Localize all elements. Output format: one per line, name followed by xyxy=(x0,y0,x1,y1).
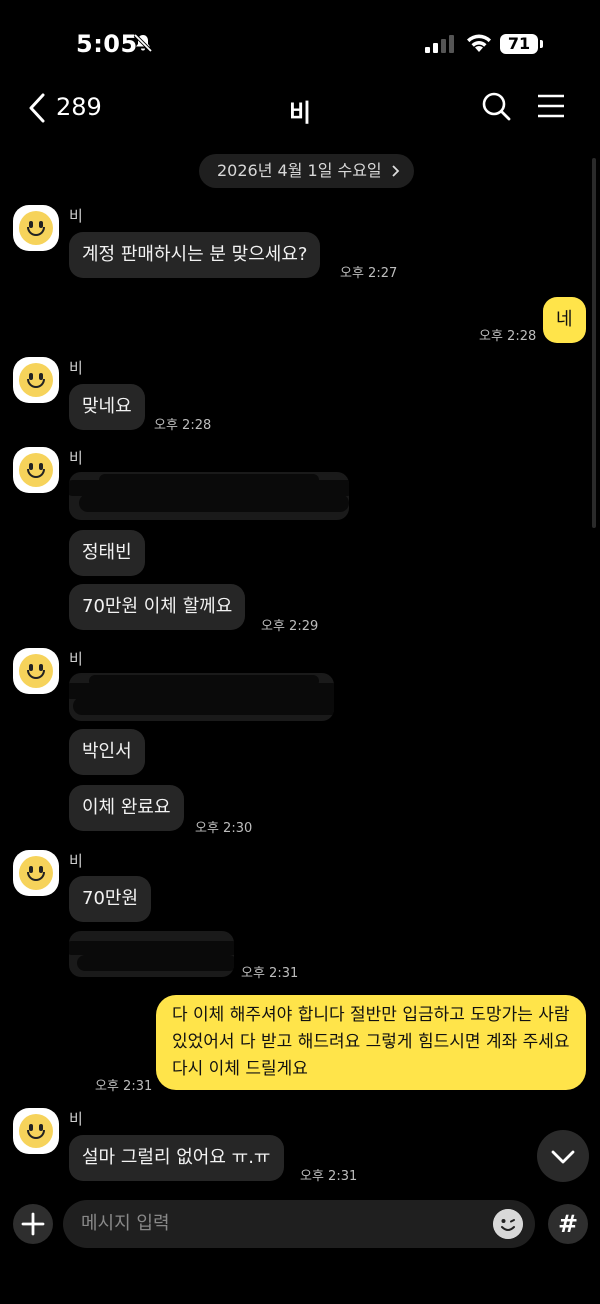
message-bubble[interactable]: 계정 판매하시는 분 맞으세요? xyxy=(69,232,321,278)
message-time: 오후 2:30 xyxy=(195,821,253,836)
avatar[interactable] xyxy=(13,357,59,403)
message-bubble[interactable]: 박인서 xyxy=(69,729,145,775)
sender-name: 비 xyxy=(69,207,83,225)
unread-count[interactable]: 289 xyxy=(56,93,102,121)
message-time: 오후 2:29 xyxy=(261,619,319,634)
date-divider-text: 2026년 4월 1일 수요일 xyxy=(217,161,382,180)
wifi-icon xyxy=(467,34,491,52)
sender-name: 비 xyxy=(69,449,83,467)
message-time: 오후 2:31 xyxy=(241,966,299,981)
hashtag-search-button[interactable]: # xyxy=(548,1204,588,1244)
message-bubble[interactable]: 이체 완료요 xyxy=(69,785,184,831)
battery-tip xyxy=(540,40,543,48)
sender-name: 비 xyxy=(69,650,83,668)
smiley-avatar-icon xyxy=(19,363,53,397)
status-time: 5:05 xyxy=(76,30,138,58)
smiley-avatar-icon xyxy=(19,1114,53,1148)
smiley-avatar-icon xyxy=(19,453,53,487)
avatar[interactable] xyxy=(13,648,59,694)
message-bubble[interactable]: 정태빈 xyxy=(69,530,145,576)
avatar[interactable] xyxy=(13,850,59,896)
message-input[interactable]: 메시지 입력 xyxy=(63,1200,535,1248)
attach-button[interactable] xyxy=(13,1204,53,1244)
silent-bell-icon xyxy=(133,33,153,53)
message-time: 오후 2:28 xyxy=(154,418,212,433)
redacted-bubble xyxy=(69,931,234,977)
chevron-right-icon xyxy=(392,165,399,177)
scrollbar[interactable] xyxy=(592,158,596,528)
message-input-placeholder: 메시지 입력 xyxy=(81,1213,170,1234)
chat-title: 비 xyxy=(288,99,312,127)
chevron-down-icon xyxy=(551,1150,575,1164)
my-message-bubble[interactable]: 다 이체 해주셔야 합니다 절반만 입금하고 도망가는 사람 있었어서 다 받고… xyxy=(156,995,586,1090)
battery-level: 71 xyxy=(500,34,538,54)
message-bubble[interactable]: 설마 그럴리 없어요 ㅠ.ㅠ xyxy=(69,1135,284,1181)
emoji-icon[interactable] xyxy=(493,1209,523,1239)
message-time: 오후 2:31 xyxy=(300,1169,358,1184)
search-icon[interactable] xyxy=(481,91,511,121)
date-divider[interactable]: 2026년 4월 1일 수요일 xyxy=(199,154,414,188)
avatar[interactable] xyxy=(13,205,59,251)
smiley-avatar-icon xyxy=(19,856,53,890)
sender-name: 비 xyxy=(69,852,83,870)
sender-name: 비 xyxy=(69,359,83,377)
avatar[interactable] xyxy=(13,447,59,493)
plus-icon xyxy=(21,1212,45,1236)
message-bubble[interactable]: 70만원 xyxy=(69,876,152,922)
message-bubble[interactable]: 70만원 이체 할께요 xyxy=(69,584,246,630)
signal-icon xyxy=(425,35,455,53)
message-time: 오후 2:31 xyxy=(95,1079,153,1094)
message-bubble[interactable]: 맞네요 xyxy=(69,384,145,430)
scroll-to-bottom-button[interactable] xyxy=(537,1130,589,1182)
my-message-bubble[interactable]: 네 xyxy=(543,297,586,343)
back-chevron-icon[interactable] xyxy=(26,92,48,124)
redacted-bubble xyxy=(69,472,349,520)
message-time: 오후 2:27 xyxy=(340,266,398,281)
smiley-avatar-icon xyxy=(19,654,53,688)
sender-name: 비 xyxy=(69,1110,83,1128)
message-time: 오후 2:28 xyxy=(479,329,537,344)
menu-icon[interactable] xyxy=(537,94,565,118)
redacted-bubble xyxy=(69,673,334,721)
avatar[interactable] xyxy=(13,1108,59,1154)
smiley-avatar-icon xyxy=(19,211,53,245)
